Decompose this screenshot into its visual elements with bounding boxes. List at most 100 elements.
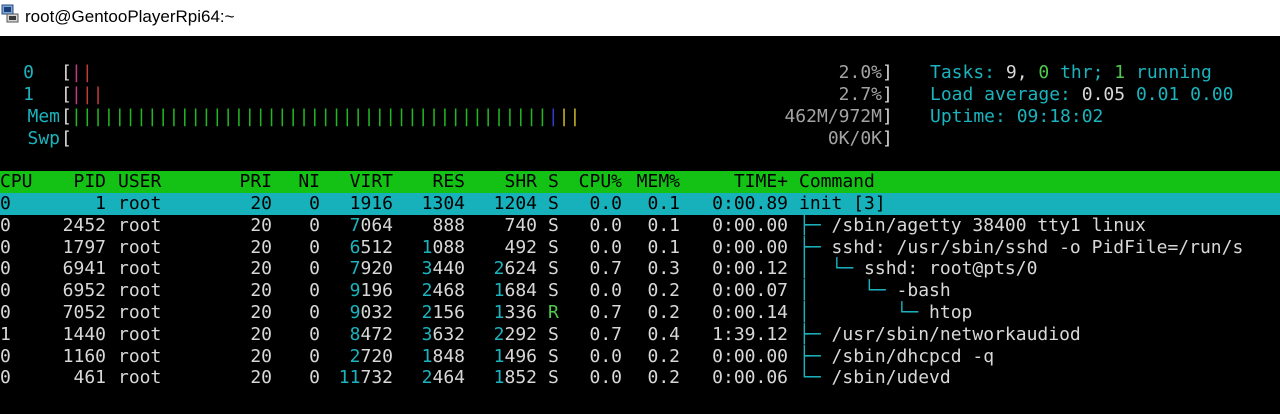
cell-time: 0:00.07 [712, 280, 788, 302]
column-header-pri[interactable]: PRI [220, 171, 272, 193]
cell-shr: 1336 [493, 302, 537, 323]
command-text: -bash [896, 280, 951, 302]
column-header-virt[interactable]: VIRT [320, 171, 393, 193]
cell-cpup: 0.0 [589, 367, 622, 389]
cell-s: S [548, 258, 559, 280]
table-row[interactable]: 0 6941 root 20 0 7920 3440 2624 S 0.7 0.3 0:00.12 │ … [0, 258, 1280, 280]
column-header-shr[interactable]: SHR [465, 171, 537, 193]
cell-pid: 1797 [62, 236, 106, 258]
cell-user: root [118, 345, 162, 367]
cell-cpup: 0.7 [589, 258, 622, 280]
command-text: /sbin/dhcpcd -q [831, 345, 995, 367]
cell-cpup: 0.7 [589, 323, 622, 345]
cell-user: root [118, 302, 162, 323]
cell-time: 0:00.06 [712, 367, 788, 389]
command-text: /sbin/agetty 38400 tty1 linux [831, 214, 1146, 236]
table-row[interactable]: 0 461 root 20 0 11732 2464 1852 S 0.0 0.2 0:00.06 └─… [0, 367, 1280, 389]
cell-pri: 20 [250, 367, 272, 389]
cell-s: S [548, 214, 559, 236]
meter-bar: ||| [71, 84, 104, 106]
cell-time: 1:39.12 [712, 323, 788, 345]
cell-ni: 0 [309, 258, 320, 280]
meter-bar-segment: | [71, 62, 82, 83]
tree-branch: ├─ [799, 345, 832, 367]
column-header-command[interactable]: Command [799, 171, 1280, 193]
table-row[interactable]: 0 1 root 20 0 1916 1304 1204 S 0.0 0.1 0:00.89 init … [0, 193, 1280, 215]
cell-command: ├─ /sbin/dhcpcd -q [799, 346, 1280, 368]
cell-cpu: 0 [0, 236, 11, 258]
table-row[interactable]: 0 2452 root 20 0 7064 888 740 S 0.0 0.1 0:00.00 ├─ /… [0, 215, 1280, 237]
cell-virt: 7064 [349, 214, 393, 236]
meter-bar-segment: | [81, 62, 93, 83]
cell-pid: 461 [73, 367, 106, 389]
table-row[interactable]: 0 6952 root 20 0 9196 2468 1684 S 0.0 0.2 0:00.07 │ … [0, 280, 1280, 302]
tree-branch: ├─ [799, 214, 832, 236]
cell-res: 3440 [421, 258, 465, 280]
cell-pid: 6952 [62, 280, 106, 302]
cell-cpup: 0.0 [589, 236, 622, 258]
cell-shr: 2292 [493, 323, 537, 345]
command-text: sshd: /usr/sbin/sshd -o PidFile=/run/s [831, 236, 1244, 258]
cell-cpup: 0.0 [589, 280, 622, 302]
cell-virt: 11732 [338, 367, 393, 389]
cell-virt: 8472 [349, 323, 393, 345]
column-header-user[interactable]: USER [118, 171, 218, 193]
cell-memp: 0.2 [647, 345, 680, 367]
cell-memp: 0.1 [647, 214, 680, 236]
cell-pid: 2452 [62, 214, 106, 236]
column-header-time[interactable]: TIME+ [680, 171, 788, 193]
cell-pid: 7052 [62, 302, 106, 323]
tree-branch: │ └─ [799, 258, 865, 280]
meter-bracket-close: ] [882, 84, 893, 105]
window-title: root@GentooPlayerRpi64:~ [25, 7, 235, 26]
column-header-pid[interactable]: PID [36, 171, 106, 193]
cell-time: 0:00.14 [712, 302, 788, 323]
cell-pid: 1440 [62, 323, 106, 345]
tree-branch: │ └─ [799, 302, 930, 323]
cell-s: S [548, 280, 559, 302]
tree-branch: ├─ [799, 323, 832, 345]
cell-s: S [548, 323, 559, 345]
cell-memp: 0.2 [647, 280, 680, 302]
meter-label: 0 [23, 62, 34, 83]
cell-shr: 740 [504, 214, 537, 236]
meter-label: Mem [27, 106, 60, 127]
column-header-res[interactable]: RES [393, 171, 465, 193]
cell-ni: 0 [309, 214, 320, 236]
table-row[interactable]: 0 1160 root 20 0 2720 1848 1496 S 0.0 0.2 0:00.00 ├─… [0, 346, 1280, 368]
cell-cpu: 0 [0, 367, 11, 389]
cell-virt: 6512 [349, 236, 393, 258]
command-text: /usr/sbin/networkaudiod [831, 323, 1081, 345]
cell-pid: 1160 [62, 345, 106, 367]
column-header-s[interactable]: S [548, 171, 562, 193]
cell-s: S [548, 367, 559, 389]
column-header-ni[interactable]: NI [272, 171, 320, 193]
cell-user: root [118, 258, 162, 280]
cell-pri: 20 [250, 214, 272, 236]
cell-cpu: 0 [0, 258, 11, 280]
command-text: sshd: root@pts/0 [864, 258, 1038, 280]
cell-virt: 7920 [349, 258, 393, 280]
cell-user: root [118, 280, 162, 302]
cell-command: └─ /sbin/udevd [799, 367, 1280, 389]
cell-pri: 20 [250, 323, 272, 345]
meter-bar-segment: | [71, 84, 82, 105]
terminal-icon[interactable] [1, 4, 19, 24]
column-header-cpup[interactable]: CPU% [566, 171, 622, 193]
table-row[interactable]: 0 1797 root 20 0 6512 1088 492 S 0.0 0.1 0:00.00 ├─ … [0, 237, 1280, 259]
meter-bracket-close: ] [882, 106, 893, 127]
cell-shr: 1204 [493, 193, 537, 214]
column-header-memp[interactable]: MEM% [622, 171, 680, 193]
table-row[interactable]: 1 1440 root 20 0 8472 3632 2292 S 0.7 0.4 1:39.12 ├─… [0, 324, 1280, 346]
cell-res: 2156 [421, 302, 465, 323]
cell-res: 2464 [421, 367, 465, 389]
cell-pri: 20 [250, 236, 272, 258]
cell-memp: 0.2 [647, 367, 680, 389]
column-header-cpu[interactable]: CPU [0, 171, 36, 193]
cell-ni: 0 [309, 345, 320, 367]
cell-ni: 0 [309, 193, 320, 214]
meter-value: 462M/972M [784, 106, 882, 127]
cell-time: 0:00.89 [712, 193, 788, 214]
table-row[interactable]: 0 7052 root 20 0 9032 2156 1336 R 0.7 0.2 0:00.14 │ … [0, 302, 1280, 324]
meter-value: 0K/0K [827, 128, 882, 149]
